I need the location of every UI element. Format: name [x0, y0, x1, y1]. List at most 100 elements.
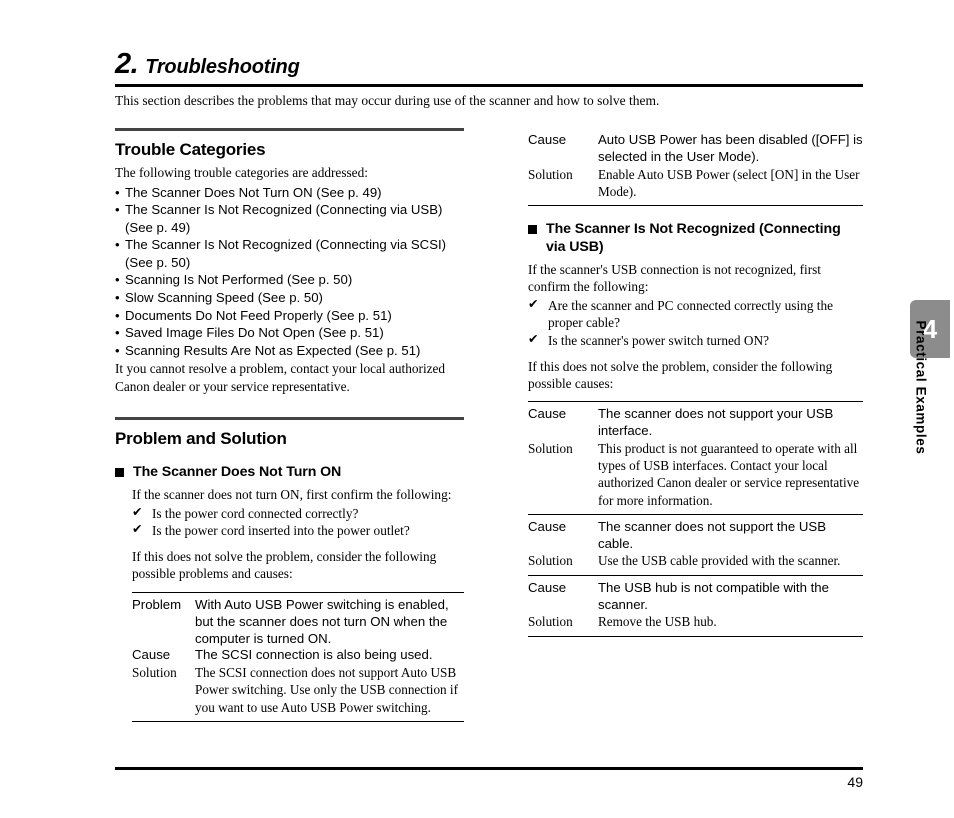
pcs-row: Solution This product is not guaranteed t…: [528, 440, 863, 509]
pcs-row: Cause The scanner does not support your U…: [528, 406, 863, 440]
trouble-category-label: Saved Image Files Do Not Open (See p. 51…: [125, 325, 384, 341]
trouble-category-item: • The Scanner Is Not Recognized (Connecti…: [115, 236, 464, 271]
trouble-category-item: • Scanning Is Not Performed (See p. 50): [115, 271, 464, 289]
problem-cause-solution-table-left: Problem With Auto USB Power switching is …: [132, 591, 464, 722]
pcs-row-value: Enable Auto USB Power (select [ON] in th…: [598, 166, 860, 199]
subsection-followup: If this does not solve the problem, cons…: [528, 358, 833, 391]
trouble-category-item: • Scanning Results Are Not as Expected (S…: [115, 342, 464, 360]
pcs-row: Cause The SCSI connection is also being u…: [132, 647, 464, 664]
pcs-row: Solution The SCSI connection does not sup…: [132, 664, 464, 715]
pcs-row-value: The scanner does not support your USB in…: [598, 406, 834, 439]
pcs-row-label: Cause: [132, 647, 171, 663]
trouble-category-label: The Scanner Is Not Recognized (Connectin…: [125, 202, 443, 235]
chapter-rule: [115, 84, 863, 87]
trouble-category-item: • The Scanner Does Not Turn ON (See p. 49…: [115, 184, 464, 202]
trouble-category-label: The Scanner Is Not Recognized (Connectin…: [125, 237, 447, 270]
square-bullet-icon: [115, 467, 124, 477]
subsection-heading-label: The Scanner Is Not Recognized (Connectin…: [546, 221, 841, 256]
subsection-followup: If this does not solve the problem, cons…: [132, 549, 437, 582]
pcs-row: Solution Enable Auto USB Power (select [O…: [528, 166, 863, 200]
document-page: 2. Troubleshooting This section describe…: [0, 0, 954, 818]
checkmark-icon: ✔: [528, 295, 539, 311]
confirm-check-label: Is the power cord connected correctly?: [152, 505, 359, 521]
problem-cause-solution-table-continued: Cause Auto USB Power has been disabled ([…: [528, 128, 863, 207]
confirm-check-label: Are the scanner and PC connected correct…: [548, 297, 834, 331]
trouble-category-label: The Scanner Does Not Turn ON (See p. 49): [125, 184, 382, 200]
problem-solution-heading: Problem and Solution: [115, 428, 287, 448]
pcs-block: Cause The scanner does not support your U…: [528, 402, 863, 515]
pcs-row: Cause The USB hub is not compatible with …: [528, 580, 863, 614]
chapter-tab-label-wrap: Practical Examples: [904, 321, 938, 530]
chapter-number: 2.: [115, 48, 139, 80]
square-bullet-icon: [528, 225, 537, 235]
pcs-row-value: The scanner does not support the USB cab…: [598, 518, 826, 551]
pcs-row: Solution Use the USB cable provided with …: [528, 552, 863, 569]
subsection-lead: If the scanner's USB connection is not r…: [528, 262, 821, 295]
page-number: 49: [847, 774, 863, 790]
pcs-row-value: The SCSI connection is also being used.: [195, 647, 433, 663]
trouble-category-item: • Saved Image Files Do Not Open (See p. 5…: [115, 324, 464, 342]
pcs-row-label: Solution: [132, 665, 177, 681]
pcs-block: Cause The scanner does not support the US…: [528, 515, 863, 576]
trouble-categories-closing: It you cannot resolve a problem, contact…: [115, 361, 446, 394]
confirm-check-item: ✔ Is the power cord inserted into the pow…: [132, 520, 464, 539]
trouble-categories-lead: The following trouble categories are add…: [115, 165, 368, 180]
bullet-icon: •: [115, 237, 120, 253]
confirm-check-item: ✔ Is the scanner's power switch turned ON…: [528, 330, 863, 349]
pcs-row: Cause The scanner does not support the US…: [528, 519, 863, 553]
subsection-body-scanner-not-recognized-usb: If the scanner's USB connection is not r…: [528, 262, 863, 637]
bullet-icon: •: [115, 202, 120, 218]
pcs-row-label: Cause: [528, 406, 567, 422]
subsection-lead: If the scanner does not turn ON, first c…: [132, 486, 452, 502]
checkmark-icon: ✔: [132, 503, 143, 519]
pcs-row-label: Cause: [528, 518, 567, 534]
checkmark-icon: ✔: [132, 520, 143, 536]
trouble-category-item: • The Scanner Is Not Recognized (Connecti…: [115, 201, 464, 236]
checkmark-icon: ✔: [528, 330, 539, 346]
pcs-table: Problem With Auto USB Power switching is …: [132, 591, 464, 722]
pcs-block: Problem With Auto USB Power switching is …: [132, 593, 464, 722]
pcs-row-label: Cause: [528, 132, 567, 147]
bullet-icon: •: [115, 290, 120, 306]
chapter-title: Troubleshooting: [145, 56, 300, 78]
pcs-row-label: Solution: [528, 614, 573, 630]
trouble-categories-list: • The Scanner Does Not Turn ON (See p. 49…: [115, 184, 464, 359]
trouble-category-label: Scanning Results Are Not as Expected (Se…: [125, 342, 421, 358]
bullet-icon: •: [115, 272, 120, 288]
pcs-row: Cause Auto USB Power has been disabled ([…: [528, 132, 863, 166]
subsection-body-scanner-not-turn-on: If the scanner does not turn ON, first c…: [115, 487, 464, 722]
pcs-table: Cause The scanner does not support your U…: [528, 401, 863, 637]
bullet-icon: •: [115, 184, 120, 200]
problem-solution-rule: [115, 416, 464, 420]
bullet-icon: •: [115, 342, 120, 358]
trouble-category-label: Scanning Is Not Performed (See p. 50): [125, 272, 353, 288]
confirm-check-item: ✔ Are the scanner and PC connected correc…: [528, 295, 863, 332]
chapter-heading-line: 2. Troubleshooting: [115, 50, 863, 79]
subsection-heading-label: The Scanner Does Not Turn ON: [133, 463, 342, 480]
trouble-category-item: • Documents Do Not Feed Properly (See p. …: [115, 307, 464, 325]
pcs-row: Solution Remove the USB hub.: [528, 613, 863, 630]
pcs-block: Cause The USB hub is not compatible with …: [528, 576, 863, 637]
pcs-row-label: Solution: [528, 441, 573, 457]
left-column: Trouble Categories The following trouble…: [115, 128, 464, 722]
confirm-check-item: ✔ Is the power cord connected correctly?: [132, 503, 464, 522]
right-column: Cause Auto USB Power has been disabled ([…: [528, 128, 863, 637]
chapter-heading: 2. Troubleshooting: [115, 50, 863, 87]
problem-cause-solution-table-right: Cause The scanner does not support your U…: [528, 401, 863, 637]
bullet-icon: •: [115, 325, 120, 341]
pcs-row-value: The SCSI connection does not support Aut…: [195, 665, 458, 715]
trouble-categories-heading: Trouble Categories: [115, 140, 266, 159]
chapter-tab-label: Practical Examples: [913, 320, 929, 455]
pcs-row-value: Remove the USB hub.: [598, 614, 717, 630]
confirm-check-label: Is the scanner's power switch turned ON?: [548, 332, 769, 348]
bullet-icon: •: [115, 307, 120, 323]
pcs-row: Problem With Auto USB Power switching is …: [132, 597, 464, 648]
subsection-heading-scanner-not-recognized-usb: The Scanner Is Not Recognized (Connectin…: [528, 220, 863, 256]
trouble-category-item: • Slow Scanning Speed (See p. 50): [115, 289, 464, 307]
trouble-categories-rule: [115, 128, 464, 131]
pcs-row-value: The USB hub is not compatible with the s…: [598, 579, 829, 612]
pcs-row-label: Cause: [528, 579, 567, 595]
subsection-heading-scanner-not-turn-on: The Scanner Does Not Turn ON: [115, 463, 464, 481]
confirm-check-list: ✔ Are the scanner and PC connected correc…: [528, 295, 863, 349]
pcs-row-label: Problem: [132, 596, 182, 612]
